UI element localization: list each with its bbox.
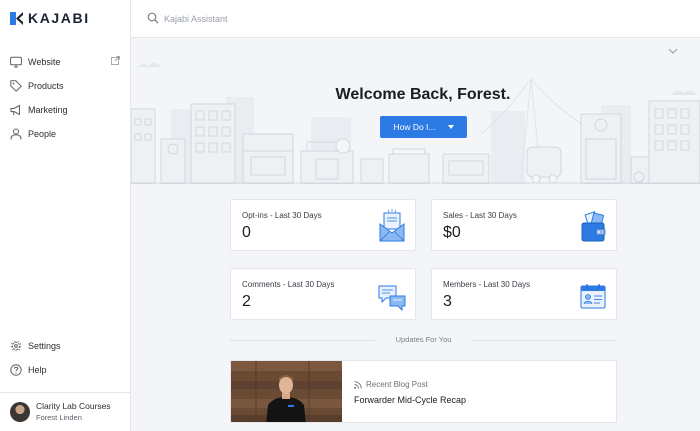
sidebar-item-settings[interactable]: Settings xyxy=(0,334,131,358)
sidebar-item-label: Settings xyxy=(28,341,61,351)
sidebar-item-help[interactable]: Help xyxy=(0,358,131,382)
avatar xyxy=(10,402,30,422)
stat-card-sales[interactable]: Sales - Last 30 Days $0 xyxy=(431,199,617,251)
person-icon xyxy=(10,128,22,140)
page-title: Welcome Back, Forest. xyxy=(335,86,511,103)
sidebar-item-website[interactable]: Website xyxy=(0,50,131,74)
megaphone-icon xyxy=(10,104,20,116)
stat-value: 3 xyxy=(443,293,452,310)
sidebar-item-label: Products xyxy=(28,81,64,91)
sidebar-item-products[interactable]: Products xyxy=(0,74,131,98)
app-root: KAJABI Website Products Marketing People… xyxy=(0,0,700,431)
updates-heading: Updates For You xyxy=(395,335,452,344)
sidebar-item-label: Website xyxy=(28,57,61,67)
how-do-i-button[interactable]: How Do I... xyxy=(380,116,467,138)
stat-label: Comments - Last 30 Days xyxy=(242,280,335,289)
sidebar-item-label: People xyxy=(28,129,57,139)
kajabi-logo[interactable]: KAJABI xyxy=(10,10,90,26)
sidebar-item-marketing[interactable]: Marketing xyxy=(0,98,131,122)
stat-card-optins[interactable]: Opt-ins - Last 30 Days 0 xyxy=(230,199,416,251)
stat-card-comments[interactable]: Comments - Last 30 Days 2 xyxy=(230,268,416,320)
updates-divider: Updates For You xyxy=(230,334,617,346)
city-skyline-illustration xyxy=(131,62,700,184)
stat-value: 0 xyxy=(242,224,251,241)
recent-blog-post-card[interactable]: Recent Blog Post Forwarder Mid-Cycle Rec… xyxy=(230,360,617,423)
collapse-chevron-icon[interactable] xyxy=(668,47,678,55)
top-header xyxy=(131,0,700,38)
stat-card-members[interactable]: Members - Last 30 Days 3 xyxy=(431,268,617,320)
stat-label: Members - Last 30 Days xyxy=(443,280,531,289)
stat-value: 2 xyxy=(242,293,251,310)
search-input[interactable] xyxy=(164,9,564,29)
sidebar-item-label: Marketing xyxy=(28,105,68,115)
post-kind-label: Recent Blog Post xyxy=(366,380,428,389)
monitor-icon xyxy=(10,56,22,68)
brand-name: KAJABI xyxy=(28,10,90,26)
external-link-icon[interactable] xyxy=(111,56,120,65)
welcome-hero: Welcome Back, Forest. How Do I... xyxy=(131,39,700,184)
sidebar: KAJABI Website Products Marketing People… xyxy=(0,0,131,431)
blog-post-thumbnail xyxy=(231,361,342,422)
help-icon xyxy=(10,364,22,376)
post-title[interactable]: Forwarder Mid-Cycle Recap xyxy=(354,395,466,405)
rss-icon xyxy=(354,380,362,389)
user-account[interactable]: Clarity Lab Courses Forest Linden xyxy=(0,392,131,431)
search-icon xyxy=(147,12,159,24)
user-course-name: Clarity Lab Courses xyxy=(36,401,111,411)
caret-down-icon xyxy=(447,125,454,129)
kajabi-logo-icon xyxy=(10,11,23,25)
stat-label: Opt-ins - Last 30 Days xyxy=(242,211,322,220)
sidebar-item-label: Help xyxy=(28,365,47,375)
wallet-icon xyxy=(581,211,606,242)
sidebar-item-people[interactable]: People xyxy=(0,122,131,146)
sidebar-nav: Website Products Marketing People xyxy=(0,50,131,146)
stat-label: Sales - Last 30 Days xyxy=(443,211,517,220)
tag-icon xyxy=(10,80,22,92)
chat-bubbles-icon xyxy=(378,285,406,312)
envelope-icon xyxy=(379,209,405,242)
user-name: Forest Linden xyxy=(36,413,82,422)
sidebar-bottom-nav: Settings Help xyxy=(0,334,131,382)
how-do-i-label: How Do I... xyxy=(393,122,436,132)
gear-icon xyxy=(10,340,22,352)
stat-value: $0 xyxy=(443,224,461,241)
id-card-icon xyxy=(580,284,606,309)
